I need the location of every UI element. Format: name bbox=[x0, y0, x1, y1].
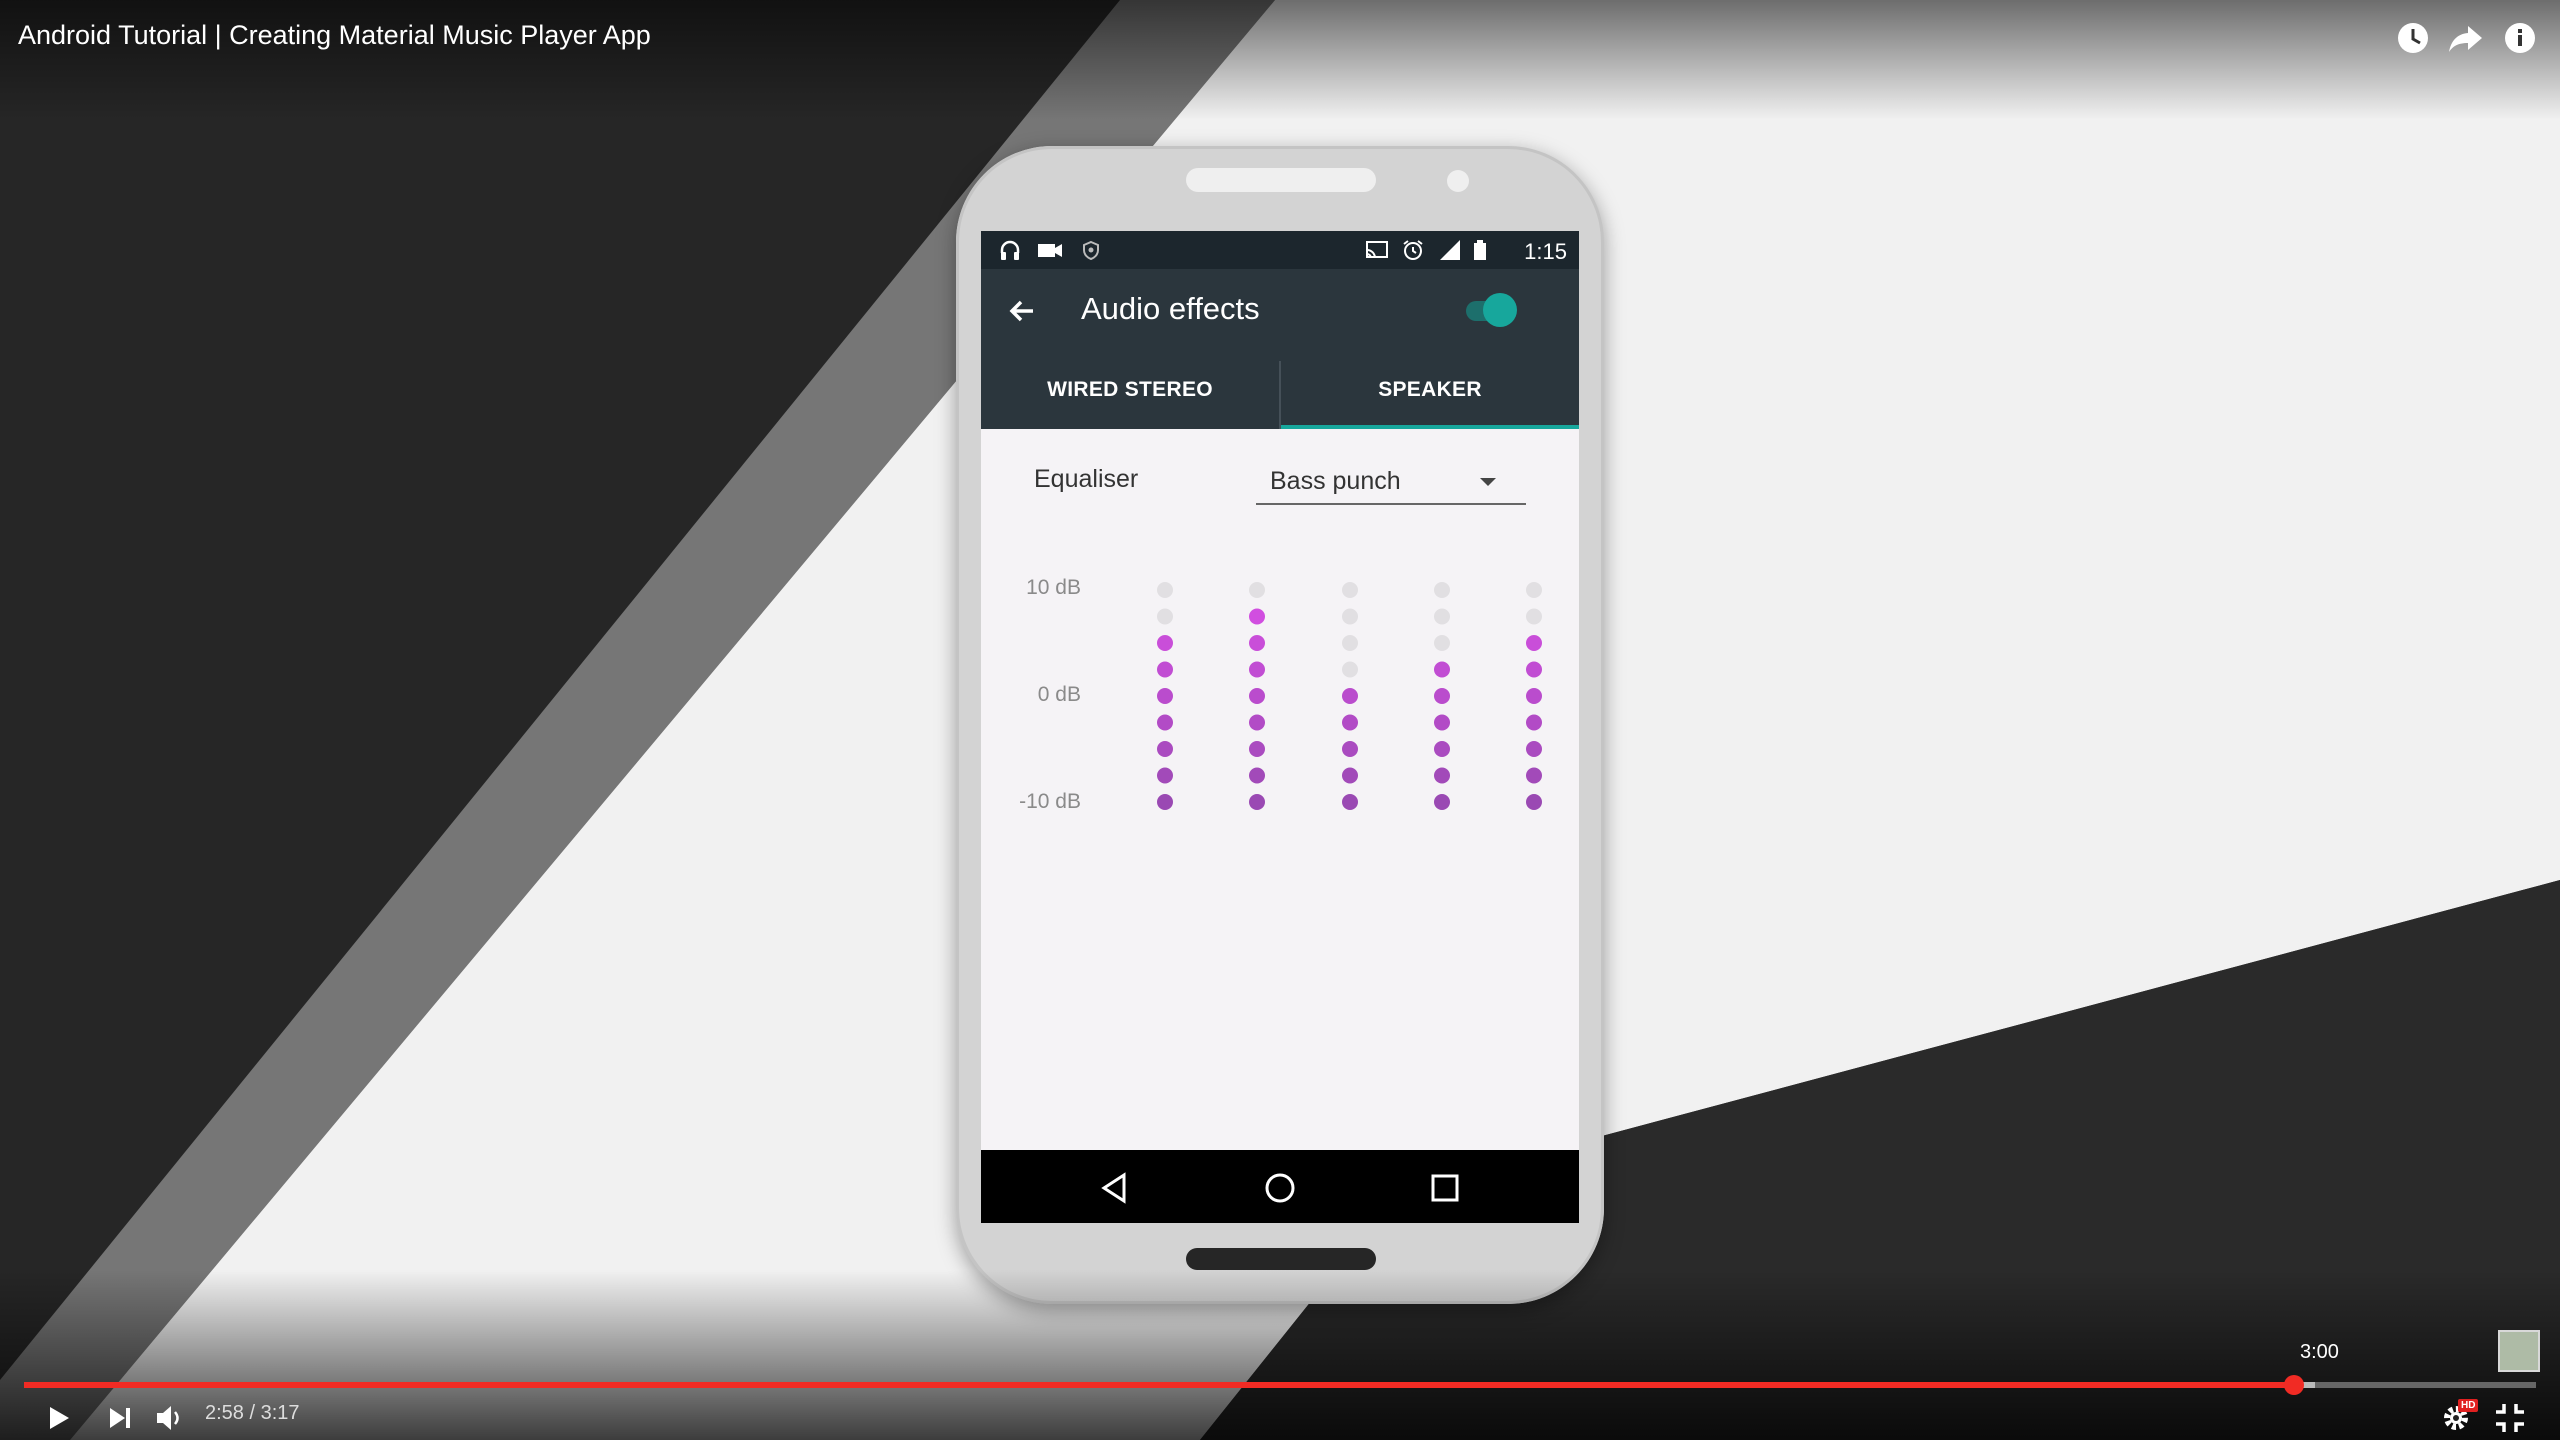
eq-dot-active[interactable] bbox=[1434, 714, 1450, 731]
share-icon[interactable] bbox=[2446, 18, 2486, 58]
eq-dot-active[interactable] bbox=[1434, 767, 1450, 784]
eq-dot-inactive[interactable] bbox=[1249, 582, 1265, 598]
eq-dot-active[interactable] bbox=[1342, 714, 1358, 731]
progress-scrubber[interactable] bbox=[2283, 1375, 2304, 1395]
eq-dot-active[interactable] bbox=[1249, 714, 1265, 731]
eq-dot-inactive[interactable] bbox=[1342, 608, 1358, 625]
eq-dot-active[interactable] bbox=[1434, 688, 1450, 704]
eq-dot-active[interactable] bbox=[1157, 635, 1173, 651]
back-triangle-icon[interactable] bbox=[1095, 1168, 1135, 1208]
eq-dot-active[interactable] bbox=[1157, 741, 1173, 757]
eq-dot-active[interactable] bbox=[1157, 767, 1173, 784]
eq-dot-inactive[interactable] bbox=[1157, 582, 1173, 598]
eq-dot-active[interactable] bbox=[1342, 794, 1358, 810]
eq-dot-inactive[interactable] bbox=[1434, 635, 1450, 651]
video-thumbnail-preview bbox=[2498, 1330, 2540, 1372]
eq-dot-active[interactable] bbox=[1526, 741, 1542, 757]
eq-dot-active[interactable] bbox=[1526, 661, 1542, 678]
play-icon[interactable] bbox=[38, 1398, 78, 1438]
eq-dot-active[interactable] bbox=[1249, 661, 1265, 678]
eq-dot-inactive[interactable] bbox=[1434, 608, 1450, 625]
progress-played bbox=[24, 1382, 2294, 1388]
watch-later-icon[interactable] bbox=[2393, 18, 2433, 58]
duration: 3:17 bbox=[260, 1402, 300, 1424]
video-frame[interactable]: Android Tutorial | Creating Material Mus… bbox=[0, 0, 2560, 1440]
phone-camera bbox=[1447, 170, 1469, 192]
current-time: 2:58 bbox=[205, 1402, 244, 1424]
bottom-gradient bbox=[0, 1270, 2560, 1440]
recents-square-icon[interactable] bbox=[1425, 1168, 1465, 1208]
progress-bar[interactable] bbox=[24, 1382, 2536, 1388]
eq-dot-inactive[interactable] bbox=[1157, 608, 1173, 625]
eq-dot-inactive[interactable] bbox=[1342, 635, 1358, 651]
eq-dot-active[interactable] bbox=[1157, 714, 1173, 731]
eq-dot-active[interactable] bbox=[1342, 688, 1358, 704]
time-display: 2:58 / 3:17 bbox=[205, 1402, 300, 1425]
eq-dot-active[interactable] bbox=[1526, 714, 1542, 731]
next-icon[interactable] bbox=[100, 1398, 140, 1438]
hover-time-tooltip: 3:00 bbox=[2300, 1341, 2339, 1363]
top-gradient bbox=[0, 0, 2560, 120]
home-circle-icon[interactable] bbox=[1260, 1168, 1300, 1208]
eq-dot-active[interactable] bbox=[1157, 688, 1173, 704]
info-icon[interactable] bbox=[2500, 18, 2540, 58]
eq-dot-active[interactable] bbox=[1249, 794, 1265, 810]
volume-icon[interactable] bbox=[150, 1398, 190, 1438]
eq-dot-active[interactable] bbox=[1342, 741, 1358, 757]
phone-speaker bbox=[1186, 1248, 1376, 1270]
eq-dot-active[interactable] bbox=[1526, 794, 1542, 810]
hd-badge: HD bbox=[2458, 1399, 2479, 1412]
equaliser-bands[interactable] bbox=[981, 231, 1579, 1150]
eq-dot-inactive[interactable] bbox=[1342, 582, 1358, 598]
exit-fullscreen-icon[interactable] bbox=[2490, 1398, 2530, 1438]
eq-dot-active[interactable] bbox=[1342, 767, 1358, 784]
time-separator: / bbox=[243, 1402, 261, 1424]
eq-dot-active[interactable] bbox=[1434, 661, 1450, 678]
phone-earpiece bbox=[1186, 168, 1376, 192]
eq-dot-inactive[interactable] bbox=[1526, 582, 1542, 598]
eq-dot-active[interactable] bbox=[1434, 741, 1450, 757]
phone-screen: 1:15 Audio effects WIRED STEREO SPEAKER … bbox=[981, 231, 1579, 1223]
eq-dot-active[interactable] bbox=[1157, 794, 1173, 810]
eq-dot-active[interactable] bbox=[1434, 794, 1450, 810]
eq-dot-active[interactable] bbox=[1157, 661, 1173, 678]
eq-dot-active[interactable] bbox=[1249, 608, 1265, 625]
eq-dot-active[interactable] bbox=[1526, 767, 1542, 784]
video-title[interactable]: Android Tutorial | Creating Material Mus… bbox=[18, 20, 651, 51]
eq-dot-active[interactable] bbox=[1249, 688, 1265, 704]
eq-dot-active[interactable] bbox=[1249, 767, 1265, 784]
android-nav-bar bbox=[981, 1150, 1579, 1223]
eq-dot-inactive[interactable] bbox=[1434, 582, 1450, 598]
eq-dot-active[interactable] bbox=[1249, 741, 1265, 757]
eq-dot-inactive[interactable] bbox=[1342, 661, 1358, 678]
eq-dot-active[interactable] bbox=[1249, 635, 1265, 651]
eq-dot-inactive[interactable] bbox=[1526, 608, 1542, 625]
eq-dot-active[interactable] bbox=[1526, 688, 1542, 704]
eq-dot-active[interactable] bbox=[1526, 635, 1542, 651]
